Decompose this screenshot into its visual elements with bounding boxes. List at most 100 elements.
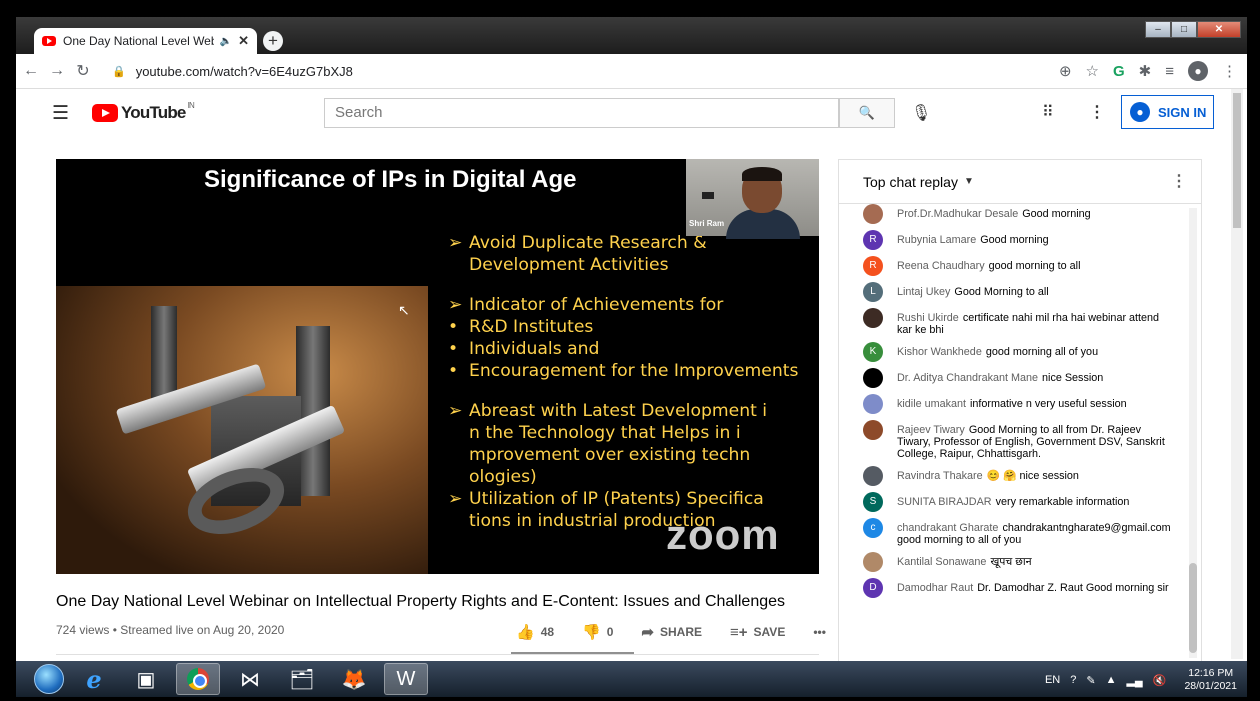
signal-icon[interactable]: ▂▄: [1126, 674, 1142, 687]
chat-message: R Rubynia Lamare Good morning: [839, 230, 1186, 250]
chat-author[interactable]: Prof.Dr.Madhukar Desale: [897, 208, 1018, 220]
chat-message: D Damodhar Raut Dr. Damodhar Z. Raut Good …: [839, 578, 1186, 598]
clock[interactable]: 12:16 PM 28/01/2021: [1184, 667, 1237, 693]
chat-author[interactable]: Kishor Wankhede: [897, 346, 982, 358]
chat-message: Ravindra Thakare 😊 🤗 nice session: [839, 466, 1186, 486]
extensions-puzzle-icon[interactable]: ✱: [1139, 62, 1152, 80]
chat-author[interactable]: SUNITA BIRAJDAR: [897, 496, 992, 508]
chat-author[interactable]: Rubynia Lamare: [897, 234, 976, 246]
taskbar-app-button[interactable]: ⋈: [228, 663, 272, 695]
page-scrollbar[interactable]: [1231, 89, 1243, 659]
settings-more-icon[interactable]: ⋮: [1089, 102, 1105, 122]
chat-message-body: chandrakant Gharate chandrakantngharate9@…: [897, 518, 1176, 546]
chat-message: c chandrakant Gharate chandrakantngharate9…: [839, 518, 1186, 546]
share-button[interactable]: ➦ SHARE: [641, 623, 708, 641]
chat-author[interactable]: Dr. Aditya Chandrakant Mane: [897, 372, 1038, 384]
youtube-logo[interactable]: YouTube IN: [92, 101, 195, 123]
youtube-favicon-icon: [42, 36, 56, 46]
install-icon[interactable]: ⊕: [1059, 62, 1072, 80]
grammarly-extension-icon[interactable]: G: [1113, 63, 1125, 80]
media-queue-icon[interactable]: ≡: [1165, 63, 1174, 80]
forward-icon[interactable]: →: [46, 62, 68, 80]
taskbar-firefox-button[interactable]: 🦊: [332, 663, 376, 695]
avatar[interactable]: K: [863, 342, 883, 362]
avatar[interactable]: S: [863, 492, 883, 512]
sign-in-button[interactable]: ● SIGN IN: [1121, 95, 1214, 129]
chat-author[interactable]: Damodhar Raut: [897, 582, 973, 594]
chat-scroll-thumb[interactable]: [1189, 563, 1197, 653]
language-indicator[interactable]: EN: [1045, 674, 1060, 686]
chat-message-body: Rubynia Lamare Good morning: [897, 230, 1049, 250]
word-icon: W: [396, 667, 416, 690]
avatar[interactable]: R: [863, 256, 883, 276]
maximize-button[interactable]: □: [1171, 21, 1197, 38]
taskbar-explorer-button[interactable]: 🗂: [280, 663, 324, 695]
bullet-marker: ➢: [448, 401, 463, 421]
more-actions-button[interactable]: •••: [813, 625, 832, 639]
taskbar-word-button[interactable]: W: [384, 663, 428, 695]
chat-text: Good Morning to all: [954, 286, 1049, 298]
chat-message-body: Kishor Wankhede good morning all of you: [897, 342, 1098, 362]
minimize-button[interactable]: –: [1145, 21, 1171, 38]
video-player[interactable]: Significance of IPs in Digital Age ↖ ➢ Av…: [56, 159, 819, 574]
start-button[interactable]: [34, 664, 64, 694]
chat-author[interactable]: Ravindra Thakare: [897, 470, 983, 482]
avatar[interactable]: R: [863, 230, 883, 250]
profile-icon[interactable]: ●: [1188, 61, 1208, 81]
chat-message: kidile umakant informative n very useful …: [839, 394, 1186, 414]
taskbar-media-button[interactable]: ▣: [124, 663, 168, 695]
chrome-menu-icon[interactable]: ⋮: [1222, 62, 1237, 80]
back-icon[interactable]: ←: [20, 62, 42, 80]
new-tab-button[interactable]: +: [263, 31, 283, 51]
avatar[interactable]: [863, 204, 883, 224]
microphone-icon[interactable]: 🎙: [911, 103, 931, 123]
avatar[interactable]: [863, 466, 883, 486]
avatar[interactable]: D: [863, 578, 883, 598]
avatar[interactable]: [863, 552, 883, 572]
tray-arrow-icon[interactable]: ▲: [1106, 674, 1117, 686]
live-chat-panel: Top chat replay ▼ ⋮ Prof.Dr.Madhukar Des…: [838, 159, 1202, 664]
avatar[interactable]: [863, 394, 883, 414]
chat-author[interactable]: Rajeev Tiwary: [897, 424, 965, 436]
chat-author[interactable]: Reena Chaudhary: [897, 260, 985, 272]
avatar[interactable]: c: [863, 518, 883, 538]
speaker-icon[interactable]: 🔈: [220, 36, 232, 47]
menu-hamburger-icon[interactable]: ☰: [52, 102, 76, 125]
chat-author[interactable]: Rushi Ukirde: [897, 312, 959, 324]
avatar[interactable]: [863, 368, 883, 388]
help-icon[interactable]: ?: [1070, 674, 1076, 686]
chat-more-icon[interactable]: ⋮: [1171, 171, 1187, 191]
chat-mode-dropdown[interactable]: Top chat replay: [863, 174, 958, 190]
taskbar-ie-button[interactable]: e: [72, 663, 116, 695]
save-button[interactable]: ≡+ SAVE: [730, 624, 791, 641]
avatar[interactable]: [863, 420, 883, 440]
pen-icon[interactable]: ✎: [1086, 674, 1095, 687]
tab-close-button[interactable]: ✕: [238, 33, 249, 49]
avatar[interactable]: L: [863, 282, 883, 302]
taskbar-chrome-button[interactable]: [176, 663, 220, 695]
browser-tab[interactable]: One Day National Level Web 🔈 ✕: [34, 28, 257, 54]
bookmark-star-icon[interactable]: ☆: [1086, 62, 1099, 80]
avatar[interactable]: [863, 308, 883, 328]
slide-bullets: ➢ Avoid Duplicate Research & Development A…: [448, 232, 818, 532]
chat-author[interactable]: Lintaj Ukey: [897, 286, 950, 298]
chat-scrollbar[interactable]: [1189, 208, 1197, 658]
chat-author[interactable]: kidile umakant: [897, 398, 966, 410]
slide-key-cutting-image: [56, 286, 428, 574]
apps-grid-icon[interactable]: ⠿: [1042, 102, 1054, 122]
volume-muted-icon[interactable]: 🔇: [1153, 674, 1167, 687]
chevron-down-icon[interactable]: ▼: [964, 176, 974, 187]
close-window-button[interactable]: ✕: [1197, 21, 1241, 38]
like-button[interactable]: 👍 48: [516, 623, 560, 641]
page-scroll-thumb[interactable]: [1233, 93, 1241, 228]
reload-icon[interactable]: ↻: [72, 61, 94, 81]
url-field[interactable]: 🔒 youtube.com/watch?v=6E4uzG7bXJ8: [100, 57, 1059, 85]
search-button[interactable]: 🔍: [839, 98, 895, 128]
address-bar: ← → ↻ 🔒 youtube.com/watch?v=6E4uzG7bXJ8 …: [16, 54, 1247, 89]
chrome-icon: [187, 668, 209, 690]
dislike-button[interactable]: 👎 0: [582, 623, 619, 641]
chat-author[interactable]: chandrakant Gharate: [897, 522, 998, 534]
chat-author[interactable]: Kantilal Sonawane: [897, 556, 986, 568]
chat-message: R Reena Chaudhary good morning to all: [839, 256, 1186, 276]
search-input[interactable]: Search: [324, 98, 839, 128]
